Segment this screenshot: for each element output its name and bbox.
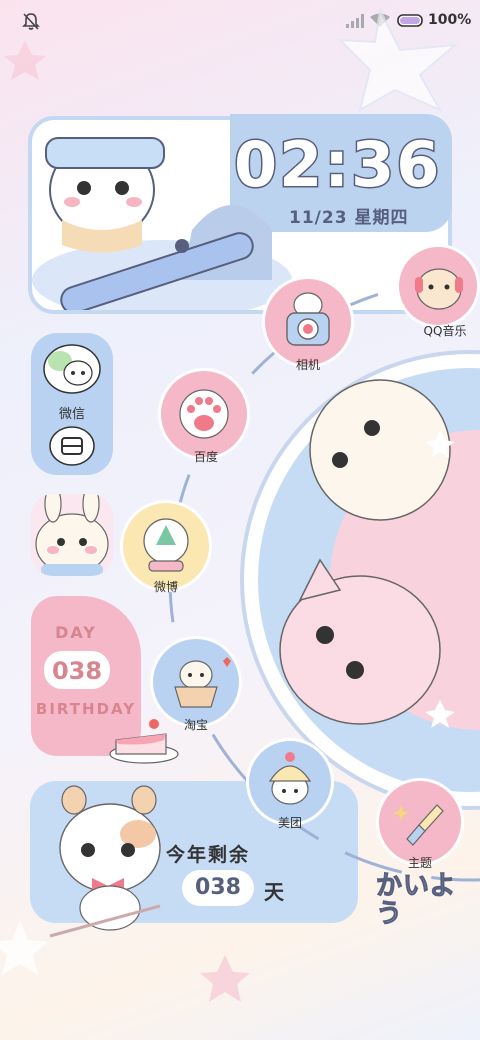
paintbrush-icon bbox=[393, 804, 444, 846]
hamster-basket-icon bbox=[174, 657, 231, 708]
camera-icon bbox=[286, 292, 330, 346]
snow-globe-icon bbox=[143, 518, 189, 572]
paw-icon bbox=[179, 389, 229, 439]
qqmusic-icon bbox=[415, 268, 463, 310]
baidu-app[interactable] bbox=[158, 368, 250, 460]
qqmusic-app[interactable] bbox=[396, 244, 480, 328]
taobao-app[interactable] bbox=[150, 636, 242, 728]
meituan-app[interactable] bbox=[246, 738, 334, 826]
theme-app[interactable] bbox=[376, 778, 464, 866]
baidu-label: 百度 bbox=[193, 450, 218, 464]
taobao-label: 淘宝 bbox=[183, 718, 208, 732]
beanie-bunny-icon bbox=[268, 752, 312, 805]
weibo-label: 微博 bbox=[153, 580, 178, 594]
camera-app[interactable] bbox=[262, 276, 354, 368]
qqmusic-label: QQ音乐 bbox=[423, 324, 467, 338]
meituan-label: 美团 bbox=[277, 816, 302, 830]
theme-label: 主题 bbox=[407, 856, 432, 870]
decorative-kana: かいよう bbox=[376, 871, 457, 929]
camera-label: 相机 bbox=[295, 358, 320, 372]
